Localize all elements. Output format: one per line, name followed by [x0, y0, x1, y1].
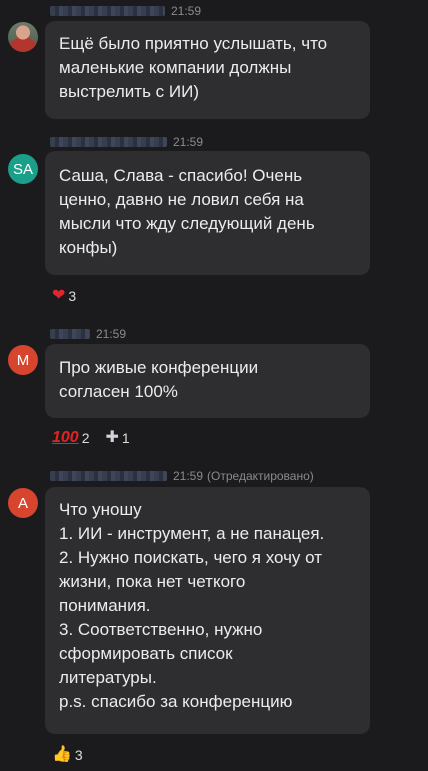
user-avatar[interactable]: M — [8, 345, 38, 375]
avatar-initials: M — [16, 351, 30, 369]
blurred-author-name — [50, 471, 167, 481]
reaction-count: 3 — [74, 747, 83, 763]
user-avatar-photo[interactable] — [8, 22, 38, 52]
heart-icon: ❤ — [52, 287, 66, 304]
user-avatar[interactable]: SA — [8, 154, 38, 184]
message-text-line: жизни, пока нет четкого — [59, 572, 246, 591]
reactions-bar: 100 2 ✚ 1 — [52, 428, 146, 448]
message-bubble[interactable]: Про живые конференции согласен 100% — [45, 344, 370, 418]
hundred-points-icon: 100 — [52, 429, 79, 446]
message-bubble[interactable]: Ещё было приятно услышать, что маленькие… — [45, 21, 370, 119]
message-time: 21:59 — [96, 327, 127, 341]
message-text-line: Ещё было приятно услышать, что — [59, 34, 328, 53]
message-text-line: 2. Нужно поискать, чего я хочу от — [59, 548, 323, 567]
reactions-bar: 👍 3 — [52, 745, 99, 765]
reaction-plus[interactable]: ✚ 1 — [105, 429, 130, 447]
message-text-line: литературы. — [59, 668, 157, 687]
blurred-author-name — [50, 6, 165, 16]
message-text-line: Про живые конференции — [59, 358, 259, 377]
message-text-line: 3. Соответственно, нужно — [59, 620, 263, 639]
reactions-bar: ❤ 3 — [52, 286, 92, 306]
message-text-line: Саша, Слава - спасибо! Очень — [59, 166, 303, 185]
message-bubble[interactable]: Что уношу 1. ИИ - инструмент, а не панац… — [45, 487, 370, 734]
user-avatar[interactable]: A — [8, 488, 38, 518]
message-text-line: согласен 100% — [59, 382, 178, 401]
reaction-count: 3 — [68, 288, 77, 304]
thumbs-up-icon: 👍 — [52, 746, 72, 763]
reaction-thumbs-up[interactable]: 👍 3 — [52, 746, 83, 764]
message-text-line: маленькие компании должны — [59, 58, 292, 77]
reaction-count: 2 — [81, 430, 90, 446]
message-header: 21:59 (Отредактировано) — [50, 468, 314, 484]
message-text-line: 1. ИИ - инструмент, а не панацея. — [59, 524, 325, 543]
message-text-line: сформировать список — [59, 644, 233, 663]
message-text-line: понимания. — [59, 596, 151, 615]
message-time: 21:59 — [173, 135, 204, 149]
message-bubble[interactable]: Саша, Слава - спасибо! Очень ценно, давн… — [45, 151, 370, 275]
message-text-line: ценно, давно не ловил себя на — [59, 190, 304, 209]
avatar-initials: A — [17, 494, 28, 512]
reaction-count: 1 — [121, 430, 130, 446]
reaction-hundred[interactable]: 100 2 — [52, 429, 90, 447]
message-text-line: конфы) — [59, 238, 118, 257]
message-header: 21:59 — [50, 3, 201, 19]
message-time: 21:59 — [171, 4, 202, 18]
message-text-line: Что уношу — [59, 500, 142, 519]
blurred-author-name — [50, 137, 167, 147]
message-time: 21:59 — [173, 469, 204, 483]
reaction-heart[interactable]: ❤ 3 — [52, 287, 77, 305]
edited-label: (Отредактировано) — [207, 469, 314, 483]
message-header: 21:59 — [50, 134, 203, 150]
message-header: 21:59 — [50, 326, 126, 342]
message-text-line: выстрелить с ИИ) — [59, 82, 199, 101]
plus-icon: ✚ — [105, 429, 119, 446]
message-text-line: p.s. спасибо за конференцию — [59, 692, 293, 711]
blurred-author-name — [50, 329, 90, 339]
message-text-line: мысли что жду следующий день — [59, 214, 315, 233]
avatar-initials: SA — [12, 160, 33, 178]
